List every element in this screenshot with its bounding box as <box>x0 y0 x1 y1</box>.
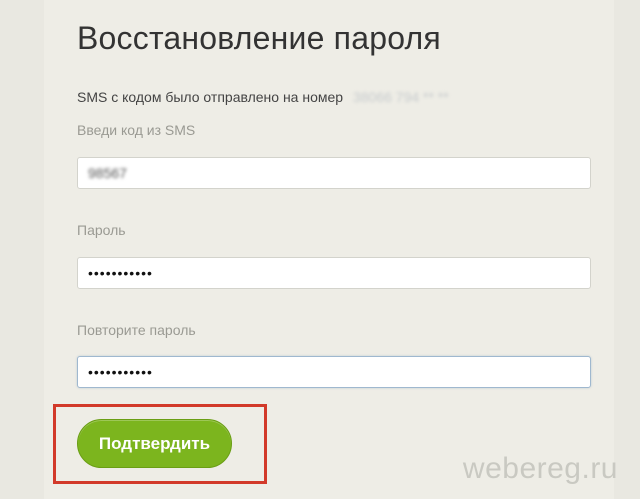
code-label: Введи код из SMS <box>77 122 196 138</box>
sms-code-field[interactable]: 98567 <box>77 157 591 189</box>
password-value: ••••••••••• <box>88 265 153 281</box>
sms-code-value: 98567 <box>88 165 127 181</box>
confirm-button[interactable]: Подтвердить <box>77 419 232 468</box>
watermark: webereg.ru <box>462 452 618 485</box>
repeat-password-field[interactable]: ••••••••••• <box>77 356 591 388</box>
sms-notice: SMS с кодом было отправлено на номер 380… <box>77 89 449 105</box>
page-title: Восстановление пароля <box>77 20 441 56</box>
phone-number: 38066 794 ** ** <box>352 89 449 105</box>
password-label: Пароль <box>77 222 126 238</box>
repeat-password-label: Повторите пароль <box>77 322 196 338</box>
password-field[interactable]: ••••••••••• <box>77 257 591 289</box>
repeat-password-value: ••••••••••• <box>88 364 153 380</box>
sms-notice-text: SMS с кодом было отправлено на номер <box>77 89 344 105</box>
